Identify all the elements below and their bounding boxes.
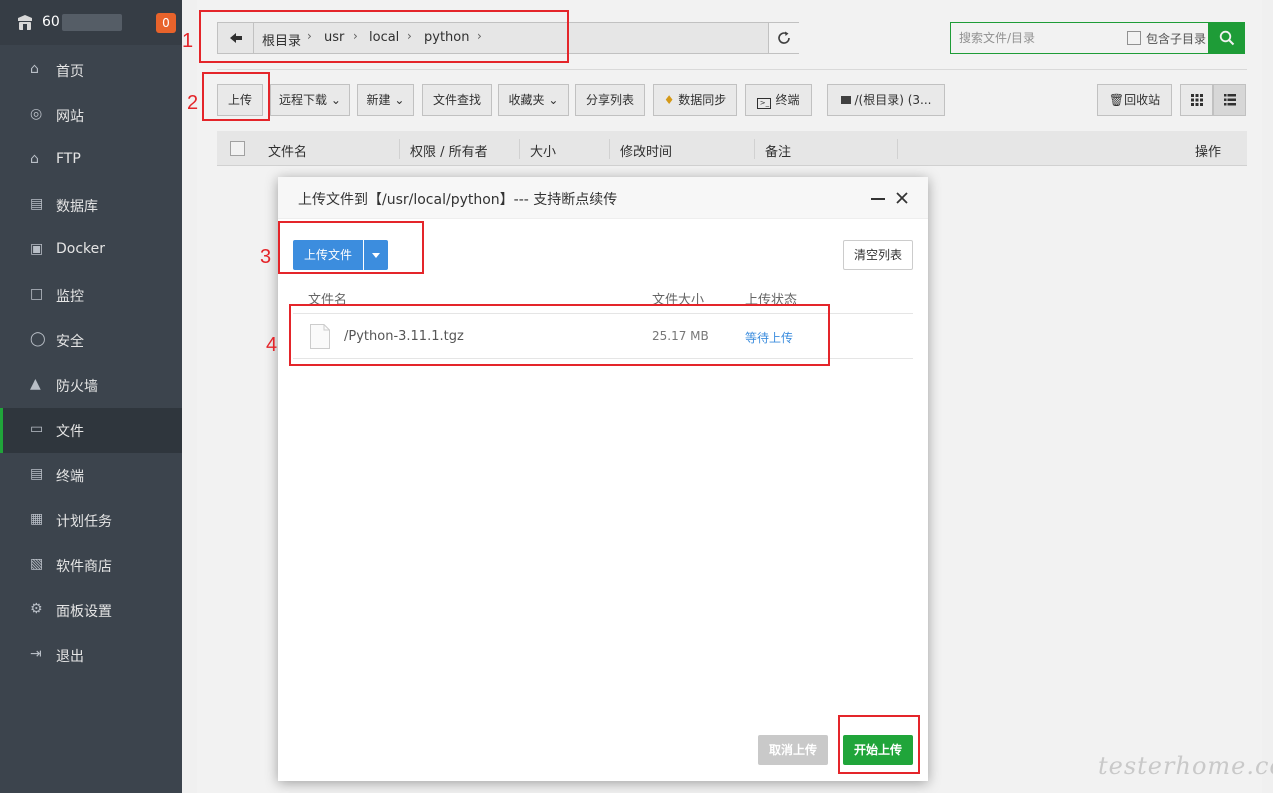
annotation-number-3: 3: [260, 246, 272, 268]
sidebar-item-6[interactable]: ◯ 安全: [0, 318, 182, 363]
sidebar-item-13[interactable]: ⇥ 退出: [0, 633, 182, 678]
calendar-icon: ▦: [30, 511, 44, 527]
monitor-icon: □: [30, 286, 44, 302]
annotation-box-4: [289, 304, 830, 366]
shield-check-icon: ◯: [30, 331, 46, 347]
dialog-titlebar: 上传文件到【/usr/local/python】--- 支持断点续传: [278, 177, 928, 219]
sidebar-item-12[interactable]: ⚙ 面板设置: [0, 588, 182, 633]
database-icon: ▤: [30, 196, 44, 212]
close-icon[interactable]: [894, 190, 910, 206]
server-host-label: 60: [42, 14, 60, 30]
folder-icon: ▭: [30, 421, 44, 437]
sidebar-item-label: 监控: [56, 289, 84, 305]
watermark: testerhome.com: [1098, 752, 1273, 780]
globe-icon: ◎: [30, 106, 43, 122]
dialog-title: 上传文件到【/usr/local/python】--- 支持断点续传: [298, 192, 618, 208]
sidebar-item-5[interactable]: □ 监控: [0, 273, 182, 318]
sidebar-item-11[interactable]: ▧ 软件商店: [0, 543, 182, 588]
docker-icon: ▣: [30, 241, 44, 257]
gear-icon: ⚙: [30, 601, 43, 617]
sidebar-item-label: Docker: [56, 241, 106, 257]
ftp-icon: ⌂: [30, 151, 39, 167]
sidebar-item-label: 计划任务: [56, 514, 112, 530]
annotation-box-1: [199, 10, 569, 63]
sidebar-header: 60 0: [0, 0, 182, 45]
cancel-upload-button[interactable]: 取消上传: [758, 735, 828, 765]
notification-badge[interactable]: 0: [156, 13, 176, 33]
minimize-icon[interactable]: [870, 190, 886, 206]
blurred-ip: [62, 14, 122, 31]
sidebar-item-10[interactable]: ▦ 计划任务: [0, 498, 182, 543]
firewall-icon: ▲: [30, 376, 41, 392]
sidebar-item-label: 首页: [56, 64, 84, 80]
sidebar-item-label: FTP: [56, 151, 81, 167]
sidebar-item-4[interactable]: ▣ Docker: [0, 228, 182, 273]
sidebar-item-label: 文件: [56, 424, 84, 440]
annotation-box-2: [202, 72, 270, 121]
sidebar-item-9[interactable]: ▤ 终端: [0, 453, 182, 498]
sidebar-item-label: 安全: [56, 334, 84, 350]
sidebar: 60 0 ⌂ 首页 ◎ 网站 ⌂ FTP ▤ 数据库 ▣ Docker □ 监控 ◯ 安全 ▲ 防火墙 ▭ 文件 ▤…: [0, 0, 182, 793]
annotation-number-1: 1: [182, 30, 194, 52]
sidebar-item-label: 数据库: [56, 199, 98, 215]
sidebar-item-2[interactable]: ⌂ FTP: [0, 138, 182, 183]
sidebar-item-label: 退出: [56, 649, 84, 665]
home-icon: ⌂: [30, 61, 39, 77]
panel-logo-icon: [18, 15, 32, 30]
sidebar-item-3[interactable]: ▤ 数据库: [0, 183, 182, 228]
annotation-box-start: [838, 715, 920, 774]
sidebar-item-7[interactable]: ▲ 防火墙: [0, 363, 182, 408]
sidebar-item-label: 网站: [56, 109, 84, 125]
sidebar-item-label: 终端: [56, 469, 84, 485]
page-scrollbar[interactable]: [1262, 0, 1273, 793]
annotation-box-3: [278, 221, 424, 274]
annotation-number-2: 2: [187, 92, 199, 114]
sidebar-item-label: 防火墙: [56, 379, 98, 395]
sidebar-item-1[interactable]: ◎ 网站: [0, 93, 182, 138]
clear-list-button[interactable]: 清空列表: [843, 240, 913, 270]
sidebar-item-8[interactable]: ▭ 文件: [0, 408, 182, 453]
sidebar-item-label: 面板设置: [56, 604, 112, 620]
sidebar-item-0[interactable]: ⌂ 首页: [0, 48, 182, 93]
terminal-icon: ▤: [30, 466, 44, 482]
apps-icon: ▧: [30, 556, 44, 572]
logout-icon: ⇥: [30, 646, 42, 662]
sidebar-item-label: 软件商店: [56, 559, 112, 575]
annotation-number-4: 4: [266, 334, 278, 356]
